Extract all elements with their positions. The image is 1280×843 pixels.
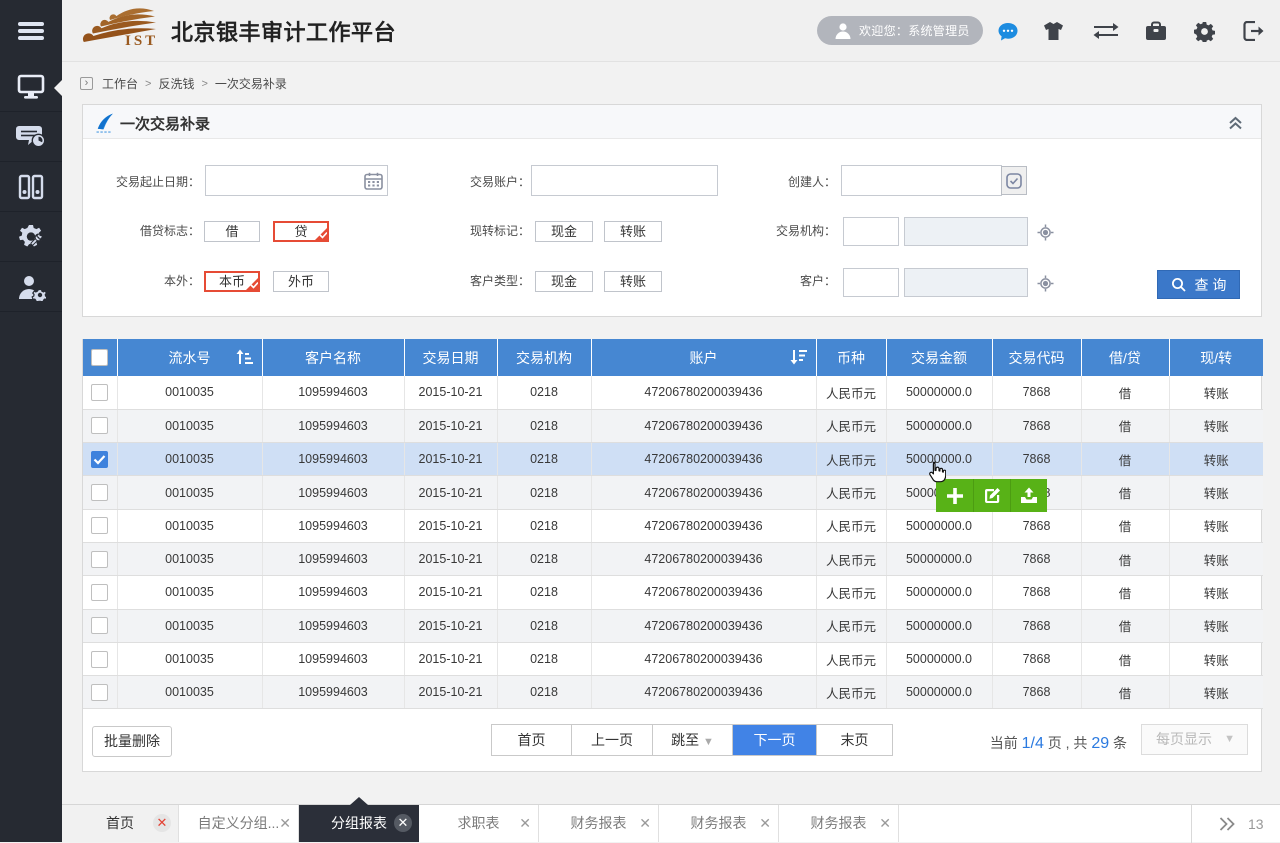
- svg-text:IST: IST: [125, 33, 158, 48]
